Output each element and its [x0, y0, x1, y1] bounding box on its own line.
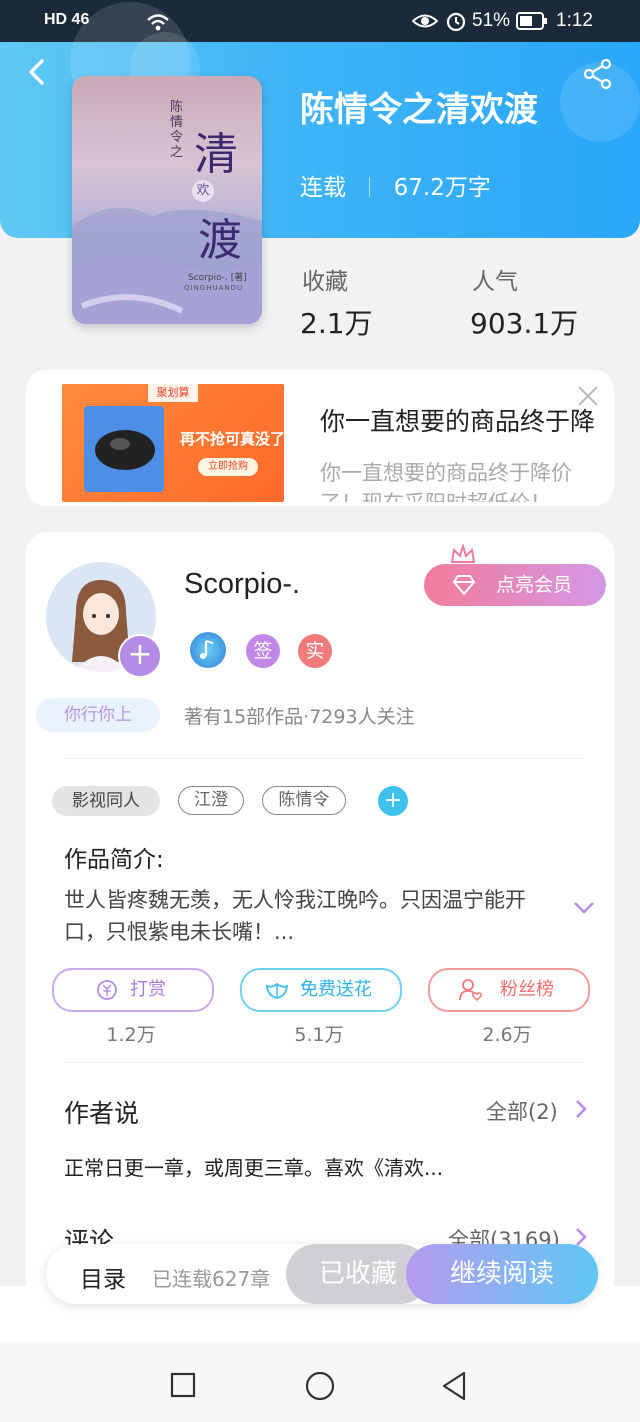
- tag-character-1[interactable]: 江澄: [178, 786, 244, 815]
- send-flower-button[interactable]: 免费送花: [240, 968, 402, 1012]
- coin-icon: [97, 980, 117, 1000]
- intro-text[interactable]: 世人皆疼魏无羡，无人怜我江晚吟。只因温宁能开口，只恨紫电未长嘴！...: [64, 884, 554, 948]
- share-icon[interactable]: [582, 58, 614, 90]
- chevron-down-icon[interactable]: [572, 900, 596, 916]
- ad-subtitle-line-2: 了！现在采阳时超低价！: [320, 488, 572, 502]
- author-title-tag: 你行你上: [36, 698, 160, 732]
- author-works-info: 著有15部作品·7293人关注: [184, 706, 415, 728]
- cover-series-text: 陈情令之: [170, 100, 184, 160]
- author-says-heading: 作者说: [64, 1099, 140, 1128]
- fan-ranking-button[interactable]: 粉丝榜: [428, 968, 590, 1012]
- close-icon[interactable]: [576, 384, 600, 408]
- alarm-icon: [446, 12, 466, 32]
- tag-genre[interactable]: 影视同人: [52, 786, 160, 816]
- stat-popularity-label: 人气: [472, 269, 518, 295]
- user-heart-icon: [459, 979, 482, 1002]
- book-meta: 连载 67.2万字: [300, 168, 491, 202]
- verified-badge: 实: [298, 634, 332, 668]
- cover-author: Scorpio-. [著]: [188, 273, 247, 283]
- ad-subtitle-line-1: 你一直想要的商品终于降价: [320, 461, 572, 485]
- book-title: 陈情令之清欢渡: [300, 90, 538, 130]
- mouse-icon: [95, 430, 155, 470]
- cover-char-2: 欢: [192, 180, 214, 202]
- battery-icon: [516, 12, 547, 30]
- ad-badge: 聚划算: [148, 384, 198, 402]
- tip-count: 1.2万: [106, 1024, 156, 1046]
- music-badge-icon: [190, 632, 226, 668]
- tag-character-2[interactable]: 陈情令: [262, 786, 346, 815]
- book-word-count: 67.2万字: [393, 175, 491, 201]
- ad-subtitle: 你一直想要的商品终于降价 了！现在采阳时超低价！: [320, 458, 572, 502]
- ad-image[interactable]: 聚划算 再不抢可真没了 立即抢购: [62, 384, 286, 502]
- send-flower-label: 免费送花: [300, 979, 372, 1000]
- author-says-text[interactable]: 正常日更一章，或周更三章。喜欢《清欢...: [64, 1152, 443, 1181]
- back-arrow-icon[interactable]: [26, 58, 48, 86]
- cover-pinyin: QINGHUANDU: [184, 284, 244, 292]
- catalog-button[interactable]: 目录: [80, 1260, 126, 1294]
- intro-heading: 作品简介:: [64, 847, 164, 873]
- stat-collect-label: 收藏: [302, 269, 348, 295]
- home-icon[interactable]: [304, 1370, 336, 1402]
- tip-button[interactable]: 打赏: [52, 968, 214, 1012]
- crown-icon: [450, 544, 476, 563]
- continue-reading-button[interactable]: 继续阅读: [406, 1244, 598, 1304]
- fan-ranking-label: 粉丝榜: [500, 979, 554, 1000]
- flower-icon: [265, 982, 289, 999]
- diamond-icon: [452, 575, 476, 595]
- stat-popularity-value: 903.1万: [470, 307, 579, 340]
- divider: [64, 1062, 584, 1063]
- divider: [64, 758, 584, 759]
- add-tag-button[interactable]: +: [378, 786, 408, 816]
- cover-char-3: 渡: [198, 215, 242, 266]
- book-status: 连载: [300, 175, 346, 201]
- back-icon[interactable]: [440, 1370, 470, 1402]
- signed-badge: 签: [246, 634, 280, 668]
- battery-percent: 51%: [472, 10, 511, 31]
- flower-count: 5.1万: [294, 1024, 344, 1046]
- author-name[interactable]: Scorpio-.: [184, 568, 300, 601]
- tip-label: 打赏: [130, 979, 166, 1000]
- ad-title[interactable]: 你一直想要的商品终于降: [320, 402, 595, 438]
- fan-count: 2.6万: [482, 1024, 532, 1046]
- ad-banner-text: 再不抢可真没了: [180, 430, 286, 448]
- cover-char-1: 清: [194, 129, 238, 180]
- chapter-count: 已连载627章: [152, 1267, 271, 1291]
- chevron-right-icon[interactable]: [574, 1098, 588, 1120]
- clock: 1:12: [556, 10, 593, 31]
- stat-collect-value: 2.1万: [300, 307, 373, 340]
- recent-apps-icon[interactable]: [170, 1372, 196, 1398]
- ad-banner[interactable]: 聚划算 再不抢可真没了 立即抢购 你一直想要的商品终于降 你一直想要的商品终于降…: [26, 370, 614, 506]
- eye-icon: [412, 14, 438, 28]
- author-says-all-link[interactable]: 全部(2): [486, 1096, 558, 1126]
- book-cover[interactable]: 陈情令之 清 欢 渡 Scorpio-. [著] QINGHUANDU: [72, 76, 262, 324]
- vip-button[interactable]: 点亮会员: [424, 564, 606, 606]
- ad-banner-button: 立即抢购: [198, 458, 258, 476]
- system-nav-bar: [0, 1342, 640, 1422]
- follow-plus-button[interactable]: +: [118, 634, 162, 678]
- vip-button-label: 点亮会员: [496, 574, 573, 596]
